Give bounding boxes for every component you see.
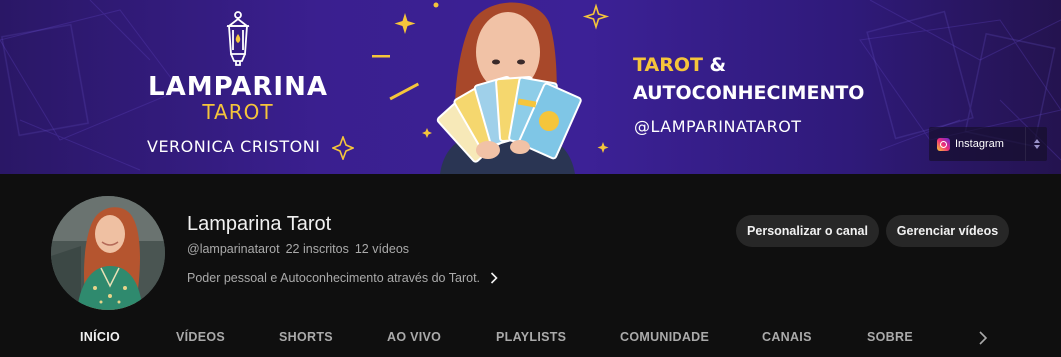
tagline-ampersand: & [702, 54, 727, 76]
channel-handle: @lamparinatarot [187, 242, 280, 256]
tab-inicio[interactable]: INÍCIO [80, 330, 120, 344]
author-name: VERONICA CRISTONI [147, 137, 321, 156]
chevron-right-icon[interactable] [976, 330, 990, 346]
banner-tagline: TAROT & AUTOCONHECIMENTO [633, 54, 864, 104]
subscriber-count: 22 inscritos [285, 242, 349, 256]
avatar-photo [51, 196, 165, 310]
manage-videos-button[interactable]: Gerenciar vídeos [886, 215, 1009, 247]
channel-avatar[interactable] [51, 196, 165, 310]
banner-handle: @LAMPARINATAROT [634, 117, 802, 136]
channel-tabs: INÍCIO VÍDEOS SHORTS AO VIVO PLAYLISTS C… [0, 318, 1061, 357]
sparkle-icon [332, 136, 354, 160]
lamp-icon [226, 11, 250, 66]
banner-photo [436, 2, 582, 174]
tab-sobre[interactable]: SOBRE [867, 330, 913, 344]
channel-title: Lamparina Tarot [187, 213, 332, 235]
instagram-link[interactable]: Instagram [929, 127, 1047, 161]
tab-comunidade[interactable]: COMUNIDADE [620, 330, 709, 344]
channel-banner: LAMPARINA TAROT VERONICA CRISTONI TAROT … [0, 0, 1061, 174]
tagline-word-tarot: TAROT [633, 54, 703, 76]
more-links-icon[interactable] [1025, 127, 1047, 161]
chevron-right-icon [490, 272, 498, 284]
channel-description-text: Poder pessoal e Autoconhecimento através… [187, 271, 481, 285]
customize-channel-button[interactable]: Personalizar o canal [736, 215, 879, 247]
instagram-link-label: Instagram [955, 138, 1004, 150]
tab-shorts[interactable]: SHORTS [279, 330, 333, 344]
tab-canais[interactable]: CANAIS [762, 330, 812, 344]
tab-playlists[interactable]: PLAYLISTS [496, 330, 566, 344]
brand-name: LAMPARINA [148, 72, 328, 102]
brand-subtitle: TAROT [202, 100, 274, 124]
channel-description[interactable]: Poder pessoal e Autoconhecimento através… [187, 271, 498, 285]
tagline-word-autoconhecimento: AUTOCONHECIMENTO [633, 82, 865, 104]
channel-meta: @lamparinatarot 22 inscritos 12 vídeos [187, 242, 409, 256]
tab-videos[interactable]: VÍDEOS [176, 330, 225, 344]
video-count: 12 vídeos [354, 242, 410, 256]
brand-logo: LAMPARINA TAROT [148, 10, 328, 124]
instagram-icon [937, 137, 950, 151]
tab-ao-vivo[interactable]: AO VIVO [387, 330, 441, 344]
